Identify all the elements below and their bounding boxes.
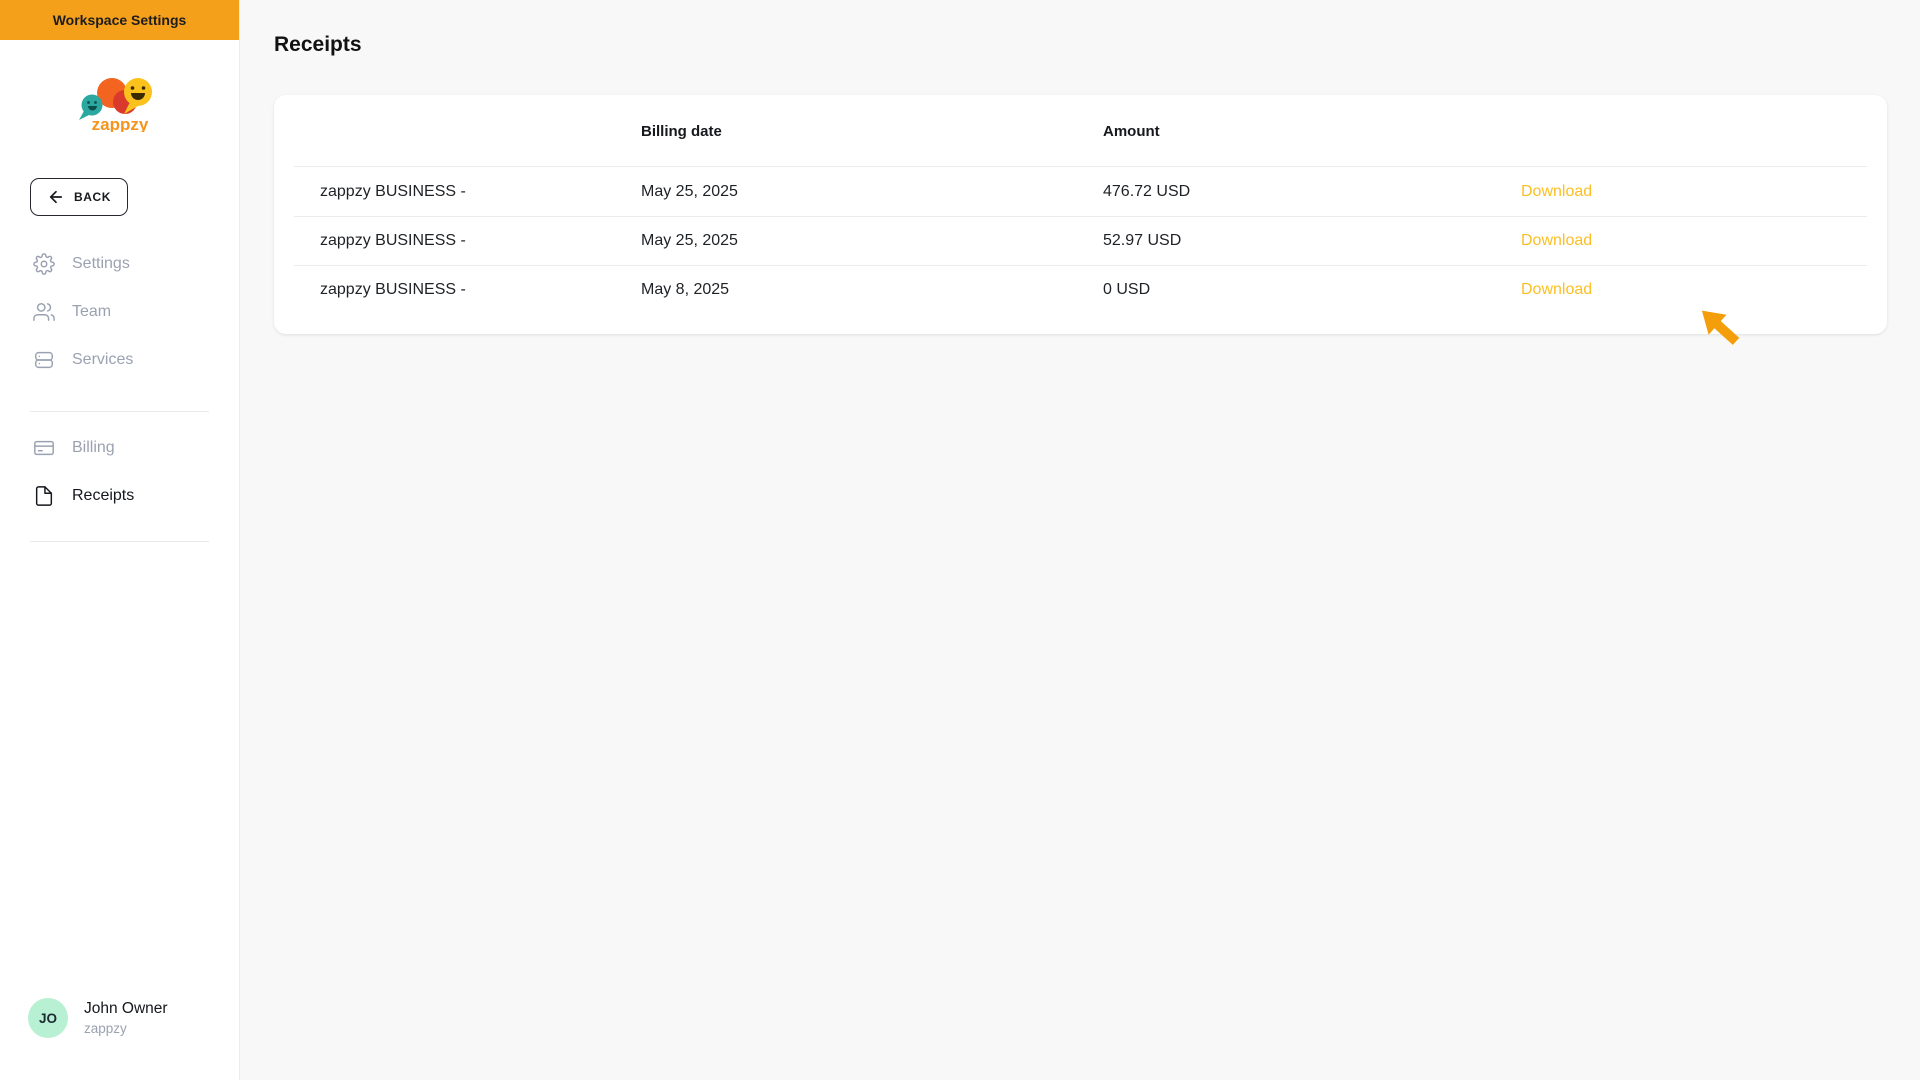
main-content: Receipts Billing date Amount zappzy BUSI…	[240, 0, 1920, 1080]
receipt-row: zappzy BUSINESS - May 8, 2025 0 USD Down…	[274, 265, 1887, 314]
sidebar-item-label: Services	[72, 351, 134, 368]
sidebar-item-label: Team	[72, 303, 112, 320]
receipt-row: zappzy BUSINESS - May 25, 2025 476.72 US…	[274, 167, 1887, 216]
receipts-card: Billing date Amount zappzy BUSINESS - Ma…	[274, 95, 1887, 334]
sidebar-divider	[30, 411, 209, 412]
column-header-billing-date: Billing date	[641, 122, 722, 140]
avatar: JO	[28, 998, 68, 1038]
sidebar-item-label: Settings	[72, 255, 130, 272]
sidebar-item-settings[interactable]: Settings	[0, 240, 239, 288]
download-link[interactable]: Download	[1521, 232, 1592, 249]
zappzy-logo: zappzy	[0, 74, 239, 132]
sidebar-item-label: Receipts	[72, 487, 135, 504]
column-header-amount: Amount	[1103, 122, 1160, 140]
sidebar-item-billing[interactable]: Billing	[0, 424, 239, 472]
back-button[interactable]: BACK	[30, 178, 128, 216]
sidebar-item-label: Billing	[72, 439, 115, 456]
sidebar-item-services[interactable]: Services	[0, 336, 239, 384]
avatar-initials: JO	[38, 1010, 57, 1026]
sidebar-item-receipts[interactable]: Receipts	[0, 472, 239, 520]
sidebar-nav: Settings Team Services Billing Receipts	[0, 240, 239, 542]
users-icon	[33, 301, 55, 323]
gear-icon	[33, 253, 55, 275]
receipt-billing-date: May 25, 2025	[641, 231, 738, 249]
sidebar-item-team[interactable]: Team	[0, 288, 239, 336]
receipt-billing-date: May 8, 2025	[641, 280, 730, 298]
banner-label: Workspace Settings	[52, 12, 187, 28]
sidebar-divider	[30, 541, 209, 542]
document-icon	[33, 485, 55, 507]
credit-card-icon	[33, 437, 55, 459]
user-name: John Owner	[84, 1000, 168, 1017]
receipts-table-header: Billing date Amount	[274, 95, 1887, 167]
receipt-row: zappzy BUSINESS - May 25, 2025 52.97 USD…	[274, 216, 1887, 265]
workspace-settings-banner: Workspace Settings	[0, 0, 239, 40]
sidebar: Workspace Settings zappzy BACK Settings …	[0, 0, 240, 1080]
receipt-product: zappzy BUSINESS -	[320, 182, 466, 200]
receipts-table-body: zappzy BUSINESS - May 25, 2025 476.72 US…	[274, 167, 1887, 314]
receipt-amount: 52.97 USD	[1103, 231, 1182, 249]
receipt-amount: 0 USD	[1103, 280, 1151, 298]
user-workspace: zappzy	[84, 1021, 127, 1036]
back-button-label: BACK	[73, 190, 112, 204]
page-title: Receipts	[274, 33, 362, 56]
server-icon	[33, 349, 55, 371]
user-profile: JO John Owner zappzy	[0, 998, 239, 1080]
zappzy-logo-text: zappzy	[91, 115, 148, 132]
download-link[interactable]: Download	[1521, 183, 1592, 200]
receipt-product: zappzy BUSINESS -	[320, 231, 466, 249]
receipt-product: zappzy BUSINESS -	[320, 280, 466, 298]
receipt-amount: 476.72 USD	[1103, 182, 1191, 200]
download-link[interactable]: Download	[1521, 281, 1592, 298]
arrow-left-icon	[47, 188, 65, 206]
zappzy-logo-icon: zappzy	[78, 78, 152, 132]
receipt-billing-date: May 25, 2025	[641, 182, 738, 200]
